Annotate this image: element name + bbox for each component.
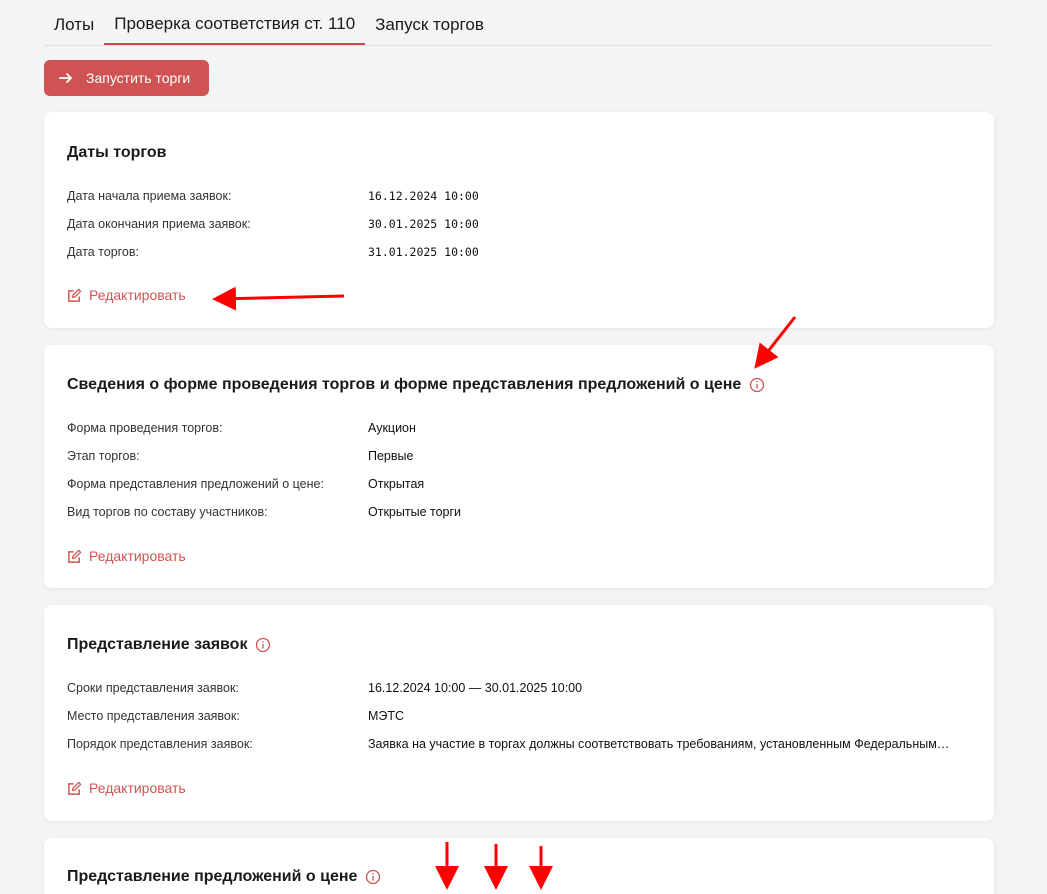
info-row: Форма представления предложений о цене: … bbox=[67, 474, 974, 494]
info-icon[interactable] bbox=[365, 869, 381, 885]
info-row: Дата окончания приема заявок: 30.01.2025… bbox=[67, 214, 974, 234]
info-row: Дата начала приема заявок: 16.12.2024 10… bbox=[67, 186, 974, 206]
edit-icon bbox=[68, 288, 82, 302]
card-auction-dates-title: Даты торгов bbox=[67, 144, 166, 162]
row-label: Дата торгов: bbox=[67, 245, 139, 259]
edit-label: Редактировать bbox=[89, 548, 186, 564]
card-auction-form: Сведения о форме проведения торгов и фор… bbox=[44, 345, 994, 588]
info-row: Место представления заявок: МЭТС bbox=[67, 706, 974, 726]
row-label: Форма представления предложений о цене: bbox=[67, 477, 324, 491]
row-value: Открытые торги bbox=[368, 505, 462, 519]
card-price-offers: Представление предложений о цене bbox=[44, 838, 994, 894]
row-value: 30.01.2025 10:00 bbox=[368, 217, 479, 231]
row-value: Заявка на участие в торгах должны соотве… bbox=[368, 737, 950, 751]
tab-compliance-check[interactable]: Проверка соответствия ст. 110 bbox=[104, 0, 366, 45]
info-row: Этап торгов: Первые bbox=[67, 446, 974, 466]
edit-button[interactable]: Редактировать bbox=[67, 780, 186, 796]
row-value: Открытая bbox=[368, 477, 425, 491]
row-label: Место представления заявок: bbox=[67, 709, 240, 723]
launch-auction-button[interactable]: Запустить торги bbox=[44, 60, 209, 96]
row-label: Вид торгов по составу участников: bbox=[67, 505, 268, 519]
row-value: 31.01.2025 10:00 bbox=[368, 245, 479, 259]
tab-launch-auction[interactable]: Запуск торгов bbox=[365, 0, 494, 45]
info-row: Вид торгов по составу участников: Открыт… bbox=[67, 502, 974, 522]
info-row: Сроки представления заявок: 16.12.2024 1… bbox=[67, 678, 974, 698]
row-value: Аукцион bbox=[368, 421, 416, 435]
info-row: Форма проведения торгов: Аукцион bbox=[67, 418, 974, 438]
arrow-right-icon bbox=[59, 73, 72, 83]
card-title-text: Представление заявок bbox=[67, 636, 248, 653]
tab-bar: Лоты Проверка соответствия ст. 110 Запус… bbox=[44, 0, 994, 46]
card-auction-form-title: Сведения о форме проведения торгов и фор… bbox=[67, 376, 765, 394]
info-row: Дата торгов: 31.01.2025 10:00 bbox=[67, 242, 974, 262]
row-value: 16.12.2024 10:00 bbox=[368, 189, 479, 203]
card-title-text: Сведения о форме проведения торгов и фор… bbox=[67, 376, 742, 393]
card-auction-dates: Даты торгов Дата начала приема заявок: 1… bbox=[44, 112, 994, 328]
row-label: Сроки представления заявок: bbox=[67, 681, 239, 695]
card-price-offers-title: Представление предложений о цене bbox=[67, 868, 381, 886]
edit-icon bbox=[68, 781, 82, 795]
row-label: Дата окончания приема заявок: bbox=[67, 217, 251, 231]
row-label: Форма проведения торгов: bbox=[67, 421, 223, 435]
card-applications: Представление заявок Сроки представления… bbox=[44, 605, 994, 821]
row-value: 16.12.2024 10:00 — 30.01.2025 10:00 bbox=[368, 681, 583, 695]
row-label: Дата начала приема заявок: bbox=[67, 189, 232, 203]
launch-auction-label: Запустить торги bbox=[86, 70, 191, 86]
edit-button[interactable]: Редактировать bbox=[67, 287, 186, 303]
edit-button[interactable]: Редактировать bbox=[67, 548, 186, 564]
card-applications-title: Представление заявок bbox=[67, 636, 271, 654]
row-value: МЭТС bbox=[368, 709, 405, 723]
info-icon[interactable] bbox=[255, 637, 271, 653]
row-label: Порядок представления заявок: bbox=[67, 737, 253, 751]
row-value: Первые bbox=[368, 449, 414, 463]
card-title-text: Даты торгов bbox=[67, 144, 167, 161]
card-title-text: Представление предложений о цене bbox=[67, 868, 358, 885]
edit-label: Редактировать bbox=[89, 780, 186, 796]
edit-label: Редактировать bbox=[89, 287, 186, 303]
info-row: Порядок представления заявок: Заявка на … bbox=[67, 734, 974, 754]
info-icon[interactable] bbox=[749, 377, 765, 393]
tab-lots[interactable]: Лоты bbox=[44, 0, 104, 45]
edit-icon bbox=[68, 549, 82, 563]
row-label: Этап торгов: bbox=[67, 449, 140, 463]
